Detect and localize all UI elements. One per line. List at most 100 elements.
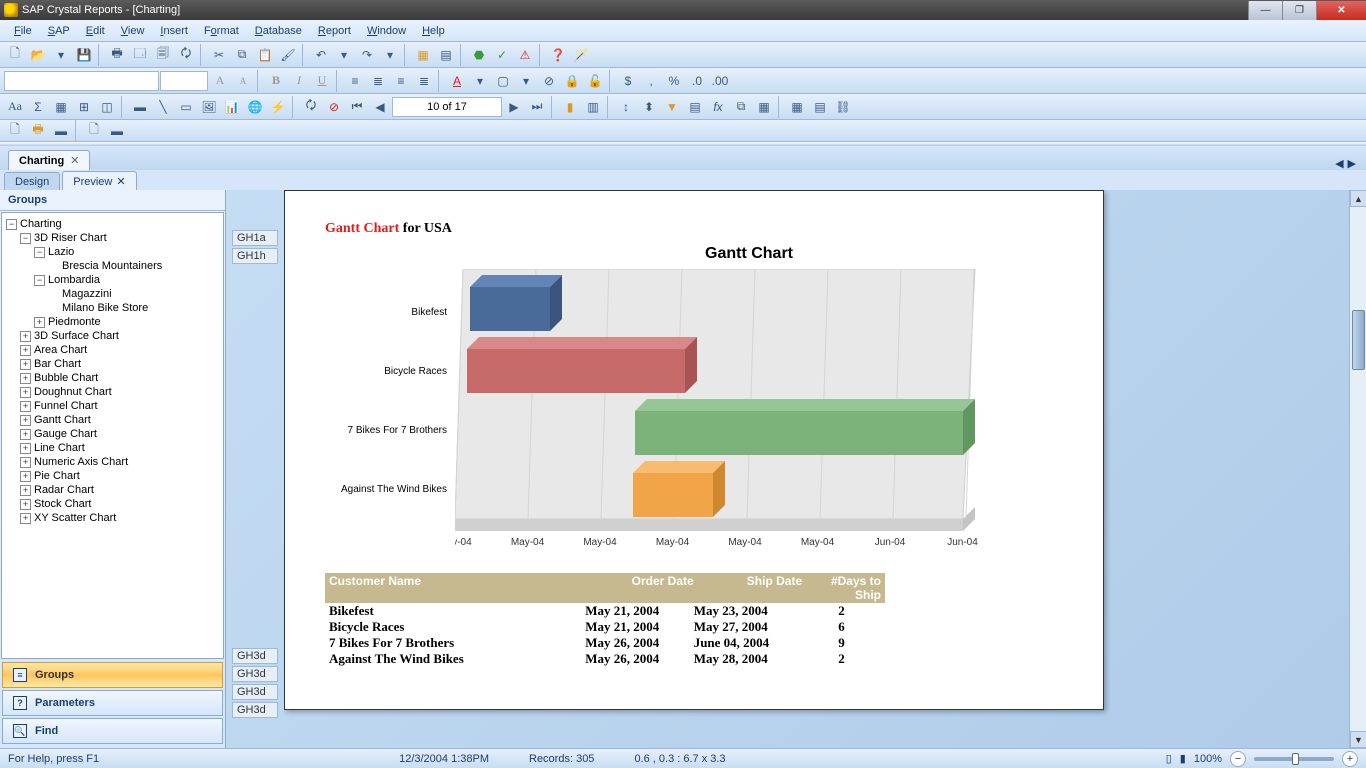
tree-expand-icon[interactable]: + [20,359,31,370]
dependency-checker-button[interactable]: ⛓ [832,96,854,118]
thousands-button[interactable]: , [640,70,662,92]
page-number-input[interactable] [392,97,502,117]
section-label[interactable]: GH1a [232,230,278,246]
section-label[interactable]: GH3d [232,684,278,700]
insert-crosstab-button[interactable]: ⊞ [73,96,95,118]
open-dropdown[interactable]: ▾ [50,44,72,66]
last-page-button[interactable]: ⏭ [526,96,548,118]
zoom-out-button[interactable]: − [1230,751,1246,767]
sidebar-button-parameters[interactable]: ?Parameters [2,690,223,716]
menu-format[interactable]: Format [196,22,247,40]
template-expert-button[interactable]: ▦ [753,96,775,118]
field-explorer-button[interactable]: ▮ [559,96,581,118]
zoom-slider[interactable] [1254,757,1334,761]
print-button[interactable]: 🖶 [106,44,128,66]
report-wizard-button[interactable]: 🪄 [570,44,592,66]
select-expert-button[interactable]: ▼ [661,96,683,118]
tree-leaf[interactable]: Brescia Mountainers [62,260,162,272]
maximize-button[interactable]: ❐ [1282,1,1316,20]
insert-group-button[interactable]: ▤ [435,44,457,66]
tree-node[interactable]: Gantt Chart [34,414,91,426]
zoom-in-button[interactable]: + [1342,751,1358,767]
toggle-group-tree-button[interactable]: ▦ [412,44,434,66]
redo-button[interactable]: ↷ [356,44,378,66]
undo-button[interactable]: ↶ [310,44,332,66]
tree-expand-icon[interactable]: + [20,387,31,398]
insert-chart-button[interactable]: 📊 [221,96,243,118]
font-color-button[interactable]: A [446,70,468,92]
tree-node[interactable]: Numeric Axis Chart [34,456,128,468]
section-label[interactable]: GH3d [232,702,278,718]
increase-decimals-button[interactable]: .0 [686,70,708,92]
tree-node[interactable]: Charting [20,218,62,230]
menu-sap[interactable]: SAP [40,22,78,40]
insert-flash-button[interactable]: ⚡ [267,96,289,118]
paste-button[interactable]: 📋 [254,44,276,66]
tab-design[interactable]: Design [4,172,60,191]
misc-button-1[interactable]: 🗋 [4,120,26,142]
sidebar-button-groups[interactable]: ≡Groups [2,662,223,688]
section-label[interactable]: GH3d [232,666,278,682]
tree-expand-icon[interactable]: + [20,345,31,356]
vertical-scrollbar[interactable]: ▲ ▼ [1349,190,1366,748]
tree-expand-icon[interactable]: + [20,415,31,426]
tab-preview[interactable]: Preview✕ [62,171,136,191]
tree-node[interactable]: 3D Surface Chart [34,330,119,342]
formula-workshop-button[interactable]: fx [707,96,729,118]
report-explorer-button[interactable]: ▥ [582,96,604,118]
tree-node[interactable]: 3D Riser Chart [34,232,107,244]
tab-nav-right-icon[interactable]: ▶ [1348,157,1356,170]
close-button[interactable]: ✕ [1316,1,1366,20]
first-page-button[interactable]: ⏮ [346,96,368,118]
redo-dropdown[interactable]: ▾ [379,44,401,66]
tree-collapse-icon[interactable]: − [20,233,31,244]
insert-map-button[interactable]: 🌐 [244,96,266,118]
lock-size-button[interactable]: 🔓 [584,70,606,92]
tree-node[interactable]: XY Scatter Chart [34,512,116,524]
insert-line-button[interactable]: ╲ [152,96,174,118]
insert-picture-button[interactable]: 🖼 [198,96,220,118]
tree-expand-icon[interactable]: + [20,443,31,454]
menu-view[interactable]: View [113,22,153,40]
currency-button[interactable]: $ [617,70,639,92]
misc-button-5[interactable]: ▬ [106,120,128,142]
tree-node[interactable]: Bubble Chart [34,372,98,384]
underline-button[interactable]: U [311,70,333,92]
scroll-down-icon[interactable]: ▼ [1350,731,1366,748]
group-tree[interactable]: −Charting −3D Riser Chart −Lazio Brescia… [1,212,224,659]
insert-summary-button[interactable]: Σ [27,96,49,118]
outside-borders-button[interactable]: ▢ [492,70,514,92]
group-sort-button[interactable]: ⬍ [638,96,660,118]
close-tab-icon[interactable]: ✕ [70,154,79,167]
insert-box-button[interactable]: ▭ [175,96,197,118]
tree-node[interactable]: Radar Chart [34,484,94,496]
database-expert-button[interactable]: ⬣ [468,44,490,66]
scroll-thumb[interactable] [1352,310,1365,370]
scroll-up-icon[interactable]: ▲ [1350,190,1366,207]
sidebar-button-find[interactable]: 🔍Find [2,718,223,744]
prev-page-button[interactable]: ◀ [369,96,391,118]
tree-expand-icon[interactable]: + [20,471,31,482]
tree-node[interactable]: Piedmonte [48,316,101,328]
tree-node[interactable]: Doughnut Chart [34,386,112,398]
save-button[interactable]: 💾 [73,44,95,66]
tree-expand-icon[interactable]: + [20,485,31,496]
tree-node[interactable]: Area Chart [34,344,87,356]
insert-text-button[interactable]: Aa [4,96,26,118]
tree-node[interactable]: Line Chart [34,442,85,454]
tree-expand-icon[interactable]: + [34,317,45,328]
borders-dropdown[interactable]: ▾ [515,70,537,92]
tree-node[interactable]: Funnel Chart [34,400,98,412]
status-icon-2[interactable]: ▮ [1180,752,1186,765]
tree-collapse-icon[interactable]: − [34,247,45,258]
alert-button[interactable]: ⚠ [514,44,536,66]
menu-insert[interactable]: Insert [152,22,196,40]
tree-expand-icon[interactable]: + [20,429,31,440]
decrease-font-button[interactable]: A [232,70,254,92]
percent-button[interactable]: % [663,70,685,92]
section-label[interactable]: GH3d [232,648,278,664]
refresh-report-button[interactable]: 🗘 [300,96,322,118]
menu-report[interactable]: Report [310,22,359,40]
align-justify-button[interactable]: ≣ [413,70,435,92]
bold-button[interactable]: B [265,70,287,92]
